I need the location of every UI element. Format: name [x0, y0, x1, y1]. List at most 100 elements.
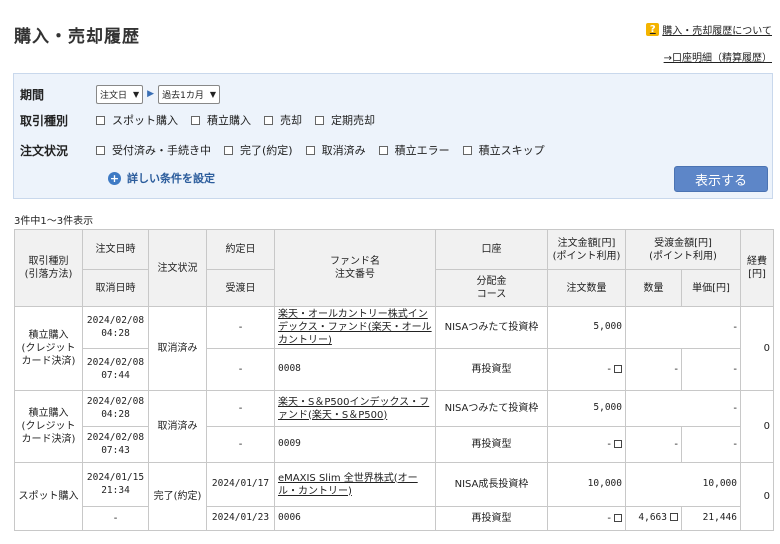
fund-cell: 楽天・S＆P500インデックス・ファンド(楽天・S＆P500): [274, 390, 436, 427]
unit-square-icon: [614, 514, 622, 522]
checkbox-icon[interactable]: [378, 145, 388, 155]
qty-value: 4,663: [638, 512, 667, 524]
trade-type-cell: スポット購入: [14, 462, 83, 531]
header-delivery-date: 受渡日: [206, 269, 275, 307]
checkbox-label: 積立エラー: [394, 144, 450, 157]
checkbox-accum-buy[interactable]: 積立購入: [191, 112, 251, 128]
order-qty-cell: -: [547, 426, 626, 463]
unit-price-cell: -: [681, 426, 741, 463]
order-amount-cell: 10,000: [547, 462, 626, 507]
header-unit-price: 単価[円]: [681, 269, 741, 307]
checkbox-label: スポット購入: [112, 114, 178, 127]
unit-square-icon: [614, 365, 622, 373]
checkbox-label: 積立購入: [207, 114, 251, 127]
checkbox-icon[interactable]: [462, 145, 472, 155]
history-table: 取引種別 (引落方法) 注文日時 注文状況 約定日 ファンド名 注文番号 口座 …: [14, 229, 774, 531]
order-no-cell: 0009: [274, 426, 436, 463]
unit-price-cell: 21,446: [681, 506, 741, 531]
dist-course-cell: 再投資型: [435, 506, 548, 531]
fee-cell: 0: [740, 306, 774, 391]
fund-cell: eMAXIS Slim 全世界株式(オール・カントリー): [274, 462, 436, 507]
order-qty-cell: -: [547, 348, 626, 391]
checkbox-accum-error[interactable]: 積立エラー: [378, 142, 450, 158]
checkbox-label: 売却: [280, 114, 302, 127]
table-row: 積立購入 (クレジットカード決済) 2024/02/08 04:28 取消済み …: [14, 390, 774, 463]
help-link[interactable]: ? 購入・売却履歴について: [646, 22, 772, 37]
period-row: 期間 注文日 ▼ ▶ 過去1カ月 ▼: [20, 84, 224, 104]
checkbox-cancelled[interactable]: 取消済み: [305, 142, 366, 158]
delivery-amount-cell: -: [625, 390, 741, 427]
trade-type-row: 取引種別 スポット購入 積立購入 売却 定期売却: [20, 110, 388, 130]
checkbox-icon[interactable]: [264, 115, 273, 125]
plus-circle-icon: +: [108, 171, 121, 185]
chevron-down-icon: ▼: [133, 89, 140, 99]
delivery-date-cell: 2024/01/23: [206, 506, 275, 531]
unit-square-icon: [670, 513, 678, 522]
checkbox-accepted[interactable]: 受付済み・手続き中: [96, 142, 211, 158]
checkbox-sell[interactable]: 売却: [264, 112, 302, 128]
checkbox-icon[interactable]: [191, 115, 200, 125]
fund-link[interactable]: 楽天・S＆P500インデックス・ファンド(楽天・S＆P500): [278, 397, 429, 421]
detail-conditions-label[interactable]: 詳しい条件を設定: [127, 170, 215, 186]
checkbox-spot-buy[interactable]: スポット購入: [96, 112, 178, 128]
status-cell: 完了(約定): [148, 462, 207, 531]
delivery-amount-cell: 10,000: [625, 462, 741, 507]
header-trade-type: 取引種別 (引落方法): [14, 229, 83, 307]
arrow-right-icon: ▶: [147, 89, 155, 99]
order-date-cell: 2024/01/15 21:34: [82, 462, 149, 507]
show-button[interactable]: 表示する: [674, 166, 768, 192]
table-row: 2024/02/08 07:44 - 0008 再投資型 - - -: [15, 348, 774, 391]
checkbox-periodic-sell[interactable]: 定期売却: [315, 112, 375, 128]
period-type-value: 注文日: [100, 90, 128, 101]
fund-link[interactable]: 楽天・オールカントリー株式インデックス・ファンド(楽天・オールカントリー): [278, 309, 432, 346]
order-no-cell: 0006: [274, 506, 436, 531]
fee-cell: 0: [740, 390, 774, 463]
checkbox-icon[interactable]: [96, 115, 105, 125]
checkbox-icon[interactable]: [305, 145, 315, 155]
unit-square-icon: [614, 440, 622, 448]
order-date-cell: 2024/02/08 04:28: [82, 390, 149, 427]
detail-conditions-link[interactable]: + 詳しい条件を設定: [108, 170, 215, 186]
order-qty-value: -: [607, 364, 611, 375]
checkbox-accum-skip[interactable]: 積立スキップ: [462, 142, 545, 158]
header-status: 注文状況: [148, 229, 207, 307]
trade-type-cell: 積立購入 (クレジットカード決済): [14, 390, 83, 463]
table-row: 2024/02/08 07:43 - 0009 再投資型 - - -: [15, 426, 774, 463]
header-fund: ファンド名 注文番号: [274, 229, 436, 307]
period-range-select[interactable]: 過去1カ月 ▼: [158, 84, 220, 104]
qty-cell: -: [625, 348, 682, 391]
fee-cell: 0: [740, 462, 774, 531]
unit-price-cell: -: [681, 348, 741, 391]
checkbox-icon[interactable]: [224, 145, 233, 155]
exec-date-cell: -: [206, 306, 275, 349]
header-cancel-date: 取消日時: [82, 269, 149, 307]
checkbox-icon[interactable]: [315, 115, 324, 125]
checkbox-icon[interactable]: [96, 145, 105, 155]
account-statement-link[interactable]: →口座明細（精算履歴）: [664, 49, 772, 64]
help-link-label[interactable]: 購入・売却履歴について: [662, 22, 772, 37]
chevron-down-icon: ▼: [209, 89, 216, 99]
fund-cell: 楽天・オールカントリー株式インデックス・ファンド(楽天・オールカントリー): [274, 306, 436, 349]
order-qty-cell: -: [547, 506, 626, 531]
period-range-value: 過去1カ月: [162, 90, 204, 101]
filter-panel: 期間 注文日 ▼ ▶ 過去1カ月 ▼ 取引種別 スポット購入 積立購入 売却 定期売…: [13, 73, 773, 199]
delivery-amount-cell: -: [625, 306, 741, 349]
checkbox-label: 取消済み: [321, 144, 366, 157]
period-type-select[interactable]: 注文日 ▼: [96, 84, 144, 104]
order-amount-cell: 5,000: [547, 306, 626, 349]
order-qty-value: -: [607, 439, 611, 450]
fund-link[interactable]: eMAXIS Slim 全世界株式(オール・カントリー): [278, 473, 418, 497]
header-exec-date: 約定日: [206, 229, 275, 270]
status-label: 注文状況: [20, 143, 69, 158]
cancel-date-cell: -: [82, 506, 149, 531]
order-qty-value: -: [607, 513, 611, 524]
period-label: 期間: [20, 87, 45, 102]
delivery-date-cell: -: [206, 348, 275, 391]
checkbox-completed[interactable]: 完了(約定): [224, 142, 293, 158]
header-qty: 数量: [625, 269, 682, 307]
header-account: 口座: [435, 229, 548, 270]
dist-course-cell: 再投資型: [435, 426, 548, 463]
qty-cell: 4,663: [625, 506, 682, 531]
cancel-date-cell: 2024/02/08 07:44: [82, 348, 149, 391]
table-row: - 2024/01/23 0006 再投資型 - 4,663 21,446: [15, 506, 774, 531]
